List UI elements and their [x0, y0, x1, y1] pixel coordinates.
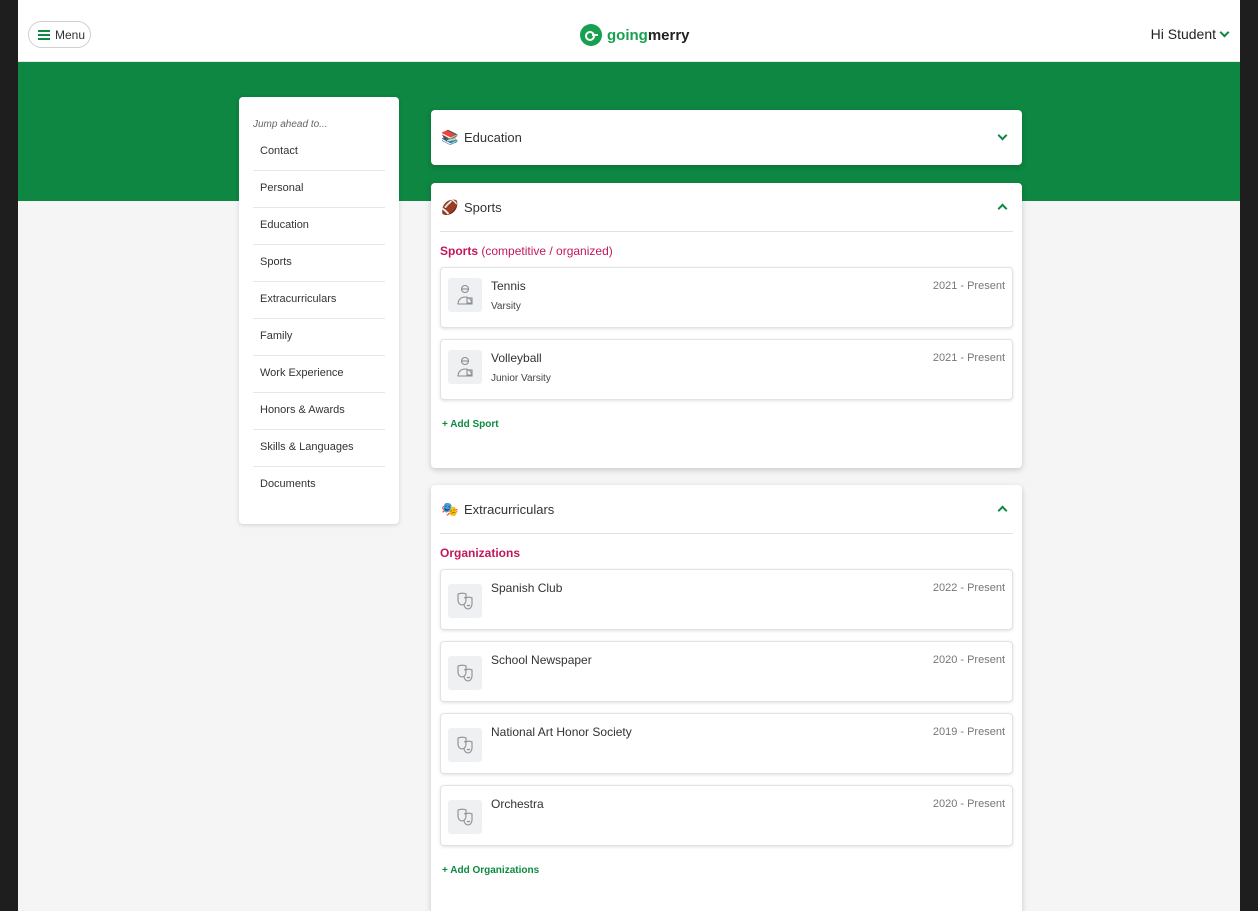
extracurriculars-header[interactable]: 🎭 Extracurriculars — [440, 485, 1013, 534]
menu-button[interactable]: Menu — [28, 21, 91, 48]
football-icon: 🏈 — [441, 198, 459, 215]
menu-label: Menu — [55, 27, 86, 42]
user-greeting: Hi Student — [1150, 26, 1216, 42]
hamburger-icon — [38, 30, 50, 40]
list-item[interactable]: School Newspaper 2020 - Present — [440, 641, 1013, 702]
chevron-down-icon — [1219, 27, 1230, 37]
organization-name: Orchestra — [491, 797, 544, 811]
sidebar-item-family[interactable]: Family — [253, 319, 385, 356]
education-title: Education — [464, 130, 522, 145]
sport-name: Volleyball — [491, 351, 542, 365]
sidebar-item-honors-awards[interactable]: Honors & Awards — [253, 393, 385, 430]
education-header[interactable]: 📚 Education — [440, 110, 1013, 165]
chevron-up-icon[interactable] — [997, 505, 1008, 516]
list-item[interactable]: Volleyball Junior Varsity 2021 - Present — [440, 339, 1013, 400]
sports-card: 🏈 Sports Sports (competitive / organized… — [431, 183, 1022, 468]
theater-masks-icon: 🎭 — [441, 500, 459, 517]
add-organizations-link[interactable]: + Add Organizations — [442, 865, 539, 876]
books-icon: 📚 — [441, 129, 459, 145]
sports-title: Sports — [464, 199, 502, 215]
sidebar-item-education[interactable]: Education — [253, 208, 385, 245]
organizations-section-label: Organizations — [440, 546, 1013, 560]
sports-section-bold: Sports — [440, 244, 479, 258]
chevron-up-icon[interactable] — [997, 203, 1008, 214]
chevron-down-icon[interactable] — [997, 130, 1008, 141]
organization-dates: 2019 - Present — [932, 726, 1005, 738]
list-item[interactable]: Tennis Varsity 2021 - Present — [440, 267, 1013, 328]
education-card: 📚 Education — [431, 110, 1022, 165]
list-item[interactable]: National Art Honor Society 2019 - Presen… — [440, 713, 1013, 774]
goingmerry-logo[interactable]: goingmerry — [580, 24, 690, 46]
sidebar-item-contact[interactable]: Contact — [253, 134, 385, 171]
masks-icon — [448, 656, 482, 690]
organizations-label: Organizations — [440, 546, 521, 560]
logo-text-merry: merry — [647, 26, 690, 44]
organization-name: Spanish Club — [491, 581, 563, 595]
list-item[interactable]: Orchestra 2020 - Present — [440, 785, 1013, 846]
organization-name: School Newspaper — [491, 653, 592, 667]
sidebar-item-work-experience[interactable]: Work Experience — [253, 356, 385, 393]
sidebar-item-extracurriculars[interactable]: Extracurriculars — [253, 282, 385, 319]
masks-icon — [448, 728, 482, 762]
sport-name: Tennis — [491, 279, 526, 293]
organization-dates: 2020 - Present — [932, 798, 1005, 810]
athlete-icon — [448, 350, 482, 384]
masks-icon — [448, 584, 482, 618]
sidebar-item-personal[interactable]: Personal — [253, 171, 385, 208]
organization-dates: 2022 - Present — [932, 582, 1005, 594]
sports-header[interactable]: 🏈 Sports — [440, 183, 1013, 232]
sports-section-note: (competitive / organized) — [478, 244, 613, 258]
jump-ahead-heading: Jump ahead to... — [253, 119, 328, 130]
sidebar-item-sports[interactable]: Sports — [253, 245, 385, 282]
user-menu[interactable]: Hi Student — [1150, 26, 1230, 42]
key-logo-icon — [580, 24, 602, 46]
extracurriculars-title: Extracurriculars — [464, 501, 555, 517]
masks-icon — [448, 800, 482, 834]
sports-section-label: Sports (competitive / organized) — [440, 244, 1013, 258]
list-item[interactable]: Spanish Club 2022 - Present — [440, 569, 1013, 630]
athlete-icon — [448, 278, 482, 312]
extracurriculars-card: 🎭 Extracurriculars Organizations Spanish… — [431, 485, 1022, 911]
jump-ahead-sidebar: Jump ahead to... Contact Personal Educat… — [239, 97, 399, 524]
add-sport-link[interactable]: + Add Sport — [442, 419, 499, 430]
logo-text-going: going — [607, 26, 648, 44]
sidebar-item-skills-languages[interactable]: Skills & Languages — [253, 430, 385, 467]
sport-level: Junior Varsity — [491, 373, 551, 384]
sport-dates: 2021 - Present — [932, 280, 1005, 292]
sport-dates: 2021 - Present — [932, 352, 1005, 364]
sidebar-item-documents[interactable]: Documents — [253, 467, 385, 504]
app-frame: Menu goingmerry Hi Student Jump ahead to… — [18, 0, 1240, 911]
top-navigation-bar: Menu goingmerry Hi Student — [18, 0, 1240, 62]
sport-level: Varsity — [491, 301, 521, 312]
organization-name: National Art Honor Society — [491, 725, 632, 739]
organization-dates: 2020 - Present — [932, 654, 1005, 666]
